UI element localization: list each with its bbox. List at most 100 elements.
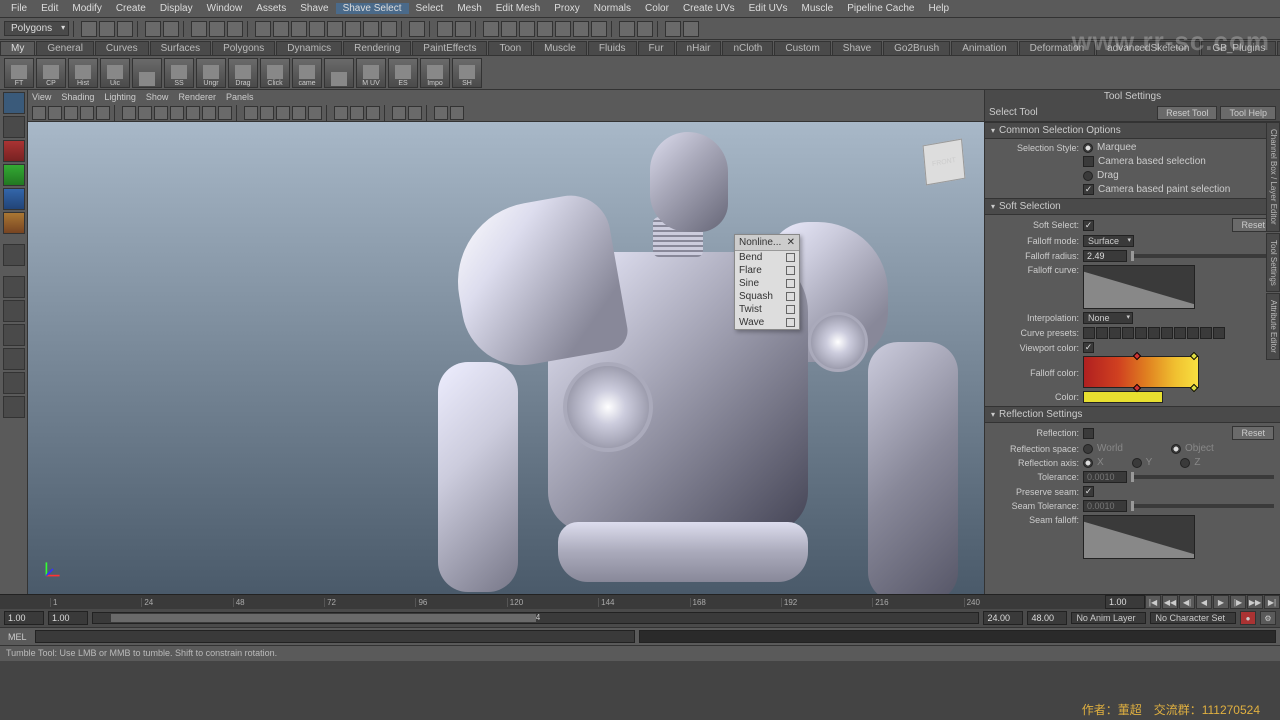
vp-bookmark-icon[interactable]	[48, 106, 62, 120]
shelf-button-SS[interactable]: SS	[164, 58, 194, 88]
nonlinear-flare-optionbox[interactable]	[786, 266, 795, 275]
snap-point-icon[interactable]	[291, 21, 307, 37]
shelf-button-Impo[interactable]: Impo	[420, 58, 450, 88]
camera-based-selection-check[interactable]	[1083, 156, 1094, 167]
close-icon[interactable]: ✕	[787, 237, 795, 248]
layout-four-icon[interactable]	[637, 21, 653, 37]
axis-x-radio[interactable]	[1083, 458, 1093, 468]
menu-muscle[interactable]: Muscle	[795, 3, 841, 14]
tool-help-button[interactable]: Tool Help	[1220, 106, 1276, 120]
curve-preset-8[interactable]	[1174, 327, 1186, 339]
layout-single-icon[interactable]	[619, 21, 635, 37]
step-back-button[interactable]: ◀|	[1179, 595, 1195, 609]
shelf-button-4[interactable]	[132, 58, 162, 88]
color-swatch[interactable]	[1083, 391, 1163, 403]
vp-gate-mask-icon[interactable]	[170, 106, 184, 120]
toggle-icon[interactable]	[363, 21, 379, 37]
range-slider[interactable]: 24	[92, 612, 979, 624]
curve-preset-10[interactable]	[1200, 327, 1212, 339]
nonlinear-sine-optionbox[interactable]	[786, 279, 795, 288]
seam-tolerance-input[interactable]: 0.0010	[1083, 500, 1127, 512]
shelf-tab-custom[interactable]: Custom	[774, 41, 830, 55]
menu-help[interactable]: Help	[921, 3, 956, 14]
shelf-tab-painteffects[interactable]: PaintEffects	[412, 41, 487, 55]
curve-preset-4[interactable]	[1122, 327, 1134, 339]
nonlinear-twist[interactable]: Twist	[735, 303, 799, 316]
vp-render2-icon[interactable]	[450, 106, 464, 120]
select-tool[interactable]	[3, 92, 25, 114]
nonlinear-bend-optionbox[interactable]	[786, 253, 795, 262]
section-common-selection[interactable]: Common Selection Options	[985, 122, 1280, 139]
dock-tab-channel-box-layer-editor[interactable]: Channel Box / Layer Editor	[1266, 122, 1280, 232]
step-fwd-button[interactable]: |▶	[1230, 595, 1246, 609]
falloff-curve-editor[interactable]	[1083, 265, 1195, 309]
menu-create[interactable]: Create	[109, 3, 153, 14]
falloff-radius-input[interactable]: 2.49	[1083, 250, 1127, 262]
shelf-tab-rendering[interactable]: Rendering	[343, 41, 411, 55]
script-editor-icon[interactable]	[591, 21, 607, 37]
curve-preset-3[interactable]	[1109, 327, 1121, 339]
viewport-3d[interactable]: FRONT Nonline... ✕ BendFlareSineSquashTw…	[28, 122, 984, 594]
marquee-radio[interactable]	[1083, 143, 1093, 153]
shelf-tab-toon[interactable]: Toon	[488, 41, 532, 55]
workspace-mode-dropdown[interactable]: Polygons	[4, 21, 69, 36]
world-radio[interactable]	[1083, 444, 1093, 454]
shelf-button-M UV[interactable]: M UV	[356, 58, 386, 88]
falloff-radius-slider[interactable]	[1131, 254, 1274, 258]
shelf-button-Uic[interactable]: Uic	[100, 58, 130, 88]
vp-grease-icon[interactable]	[96, 106, 110, 120]
render-settings-icon[interactable]	[455, 21, 471, 37]
falloff-color-gradient[interactable]	[1083, 356, 1199, 388]
shelf-tab-my[interactable]: My	[0, 41, 35, 55]
vp-xray-joints-icon[interactable]	[366, 106, 380, 120]
shelf-button-FT[interactable]: FT	[4, 58, 34, 88]
render-view-icon[interactable]	[501, 21, 517, 37]
vp-menu-renderer[interactable]: Renderer	[178, 92, 216, 102]
vp-menu-view[interactable]: View	[32, 92, 51, 102]
tolerance-slider[interactable]	[1131, 475, 1274, 479]
snap-view-icon[interactable]	[345, 21, 361, 37]
vp-safe-action-icon[interactable]	[202, 106, 216, 120]
redo-icon[interactable]	[163, 21, 179, 37]
shelf-button-SH[interactable]: SH	[452, 58, 482, 88]
nonlinear-wave-optionbox[interactable]	[786, 318, 795, 327]
shelf-button-CP[interactable]: CP	[36, 58, 66, 88]
interpolation-select[interactable]: None	[1083, 312, 1133, 324]
render-icon[interactable]	[409, 21, 425, 37]
vp-render1-icon[interactable]	[434, 106, 448, 120]
range-start-inner[interactable]: 1.00	[48, 611, 88, 625]
misc1-icon[interactable]	[665, 21, 681, 37]
select-icon[interactable]	[191, 21, 207, 37]
dock-tab-attribute-editor[interactable]: Attribute Editor	[1266, 293, 1280, 360]
menu-normals[interactable]: Normals	[587, 3, 638, 14]
vp-2d-pan-icon[interactable]	[80, 106, 94, 120]
preserve-seam-check[interactable]	[1083, 486, 1094, 497]
menu-assets[interactable]: Assets	[249, 3, 293, 14]
light-icon[interactable]	[519, 21, 535, 37]
vp-textured-icon[interactable]	[276, 106, 290, 120]
anim-layer-dropdown[interactable]: No Anim Layer	[1071, 612, 1146, 624]
shelf-button-came[interactable]: came	[292, 58, 322, 88]
snap-plane-icon[interactable]	[309, 21, 325, 37]
shelf-tab-general[interactable]: General	[36, 41, 94, 55]
vp-menu-shading[interactable]: Shading	[61, 92, 94, 102]
rotate-tool[interactable]	[3, 188, 25, 210]
shelf-button-Click[interactable]: Click	[260, 58, 290, 88]
prefs-button[interactable]: ⚙	[1260, 611, 1276, 625]
section-soft-selection[interactable]: Soft Selection	[985, 198, 1280, 215]
camera-based-paint-check[interactable]	[1083, 184, 1094, 195]
shelf-button-10[interactable]	[324, 58, 354, 88]
curve-preset-7[interactable]	[1161, 327, 1173, 339]
vp-shaded-icon[interactable]	[260, 106, 274, 120]
curve-preset-5[interactable]	[1135, 327, 1147, 339]
layout-single-btn[interactable]	[3, 276, 25, 298]
range-start-outer[interactable]: 1.00	[4, 611, 44, 625]
shelf-tab-go2brush[interactable]: Go2Brush	[883, 41, 950, 55]
misc2-icon[interactable]	[683, 21, 699, 37]
outliner-icon[interactable]	[555, 21, 571, 37]
tolerance-input[interactable]: 0.0010	[1083, 471, 1127, 483]
layout-outliner-btn[interactable]	[3, 396, 25, 418]
nonlinear-flare[interactable]: Flare	[735, 264, 799, 277]
nonlinear-bend[interactable]: Bend	[735, 251, 799, 264]
reflection-check[interactable]	[1083, 428, 1094, 439]
